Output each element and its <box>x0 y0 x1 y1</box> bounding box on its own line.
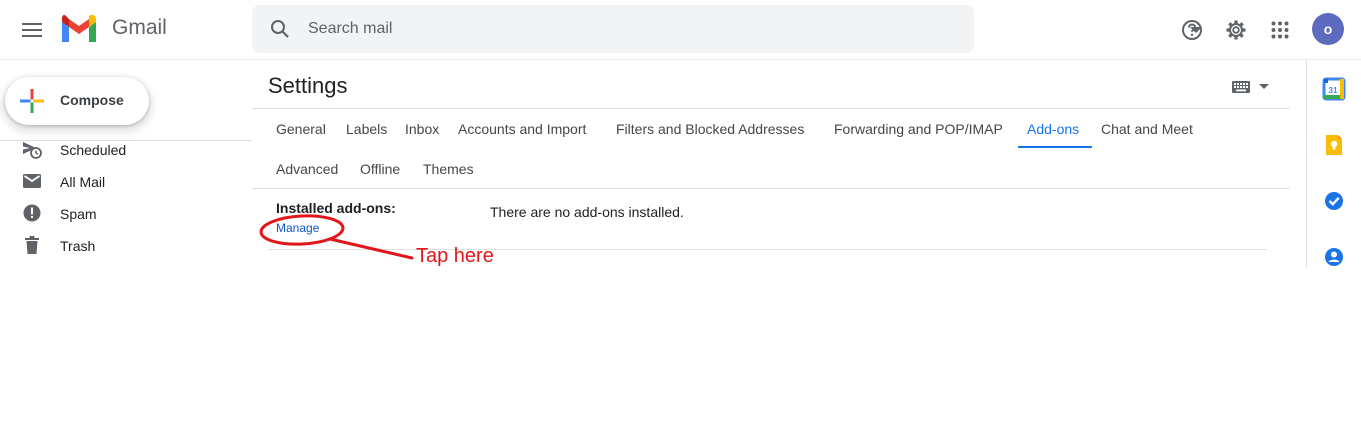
calendar-app-button[interactable]: 31 <box>1322 77 1346 101</box>
annotation-circle <box>259 214 345 246</box>
tasks-app-button[interactable] <box>1322 189 1346 213</box>
annotation-overlay <box>259 214 414 260</box>
keep-app-button[interactable] <box>1322 133 1346 157</box>
calendar-icon: 31 <box>1322 77 1346 101</box>
keep-icon <box>1326 135 1342 155</box>
tasks-icon <box>1325 192 1343 210</box>
calendar-day-text: 31 <box>1329 86 1338 95</box>
contacts-app-button[interactable] <box>1322 245 1346 269</box>
annotation-label: Tap here <box>416 245 494 267</box>
contacts-icon <box>1325 248 1343 266</box>
annotation-arrow-line <box>328 237 414 260</box>
